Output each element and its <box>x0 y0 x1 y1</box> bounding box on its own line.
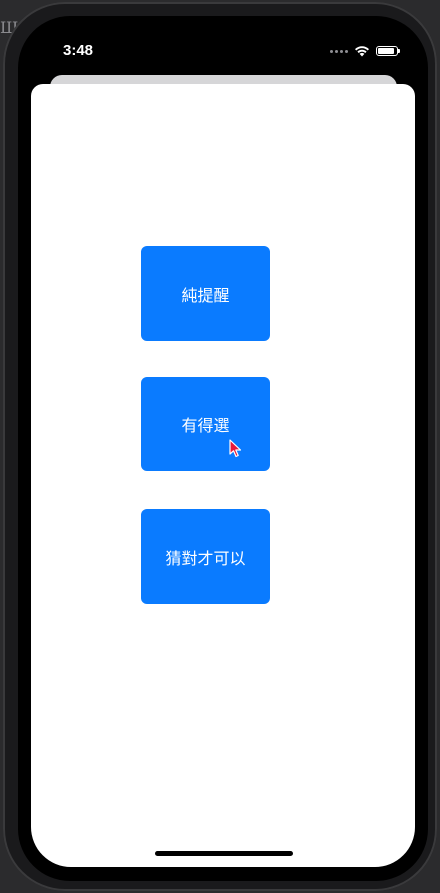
mouse-cursor-icon <box>229 439 242 458</box>
simple-reminder-button[interactable]: 純提醒 <box>141 246 270 341</box>
wifi-icon <box>355 46 369 57</box>
home-indicator[interactable] <box>155 851 293 856</box>
modal-sheet: 純提醒 有得選 猜對才可以 <box>31 84 415 867</box>
battery-icon <box>376 46 400 56</box>
phone-frame: 3:48 純提醒 有得選 猜對才可以 <box>3 2 437 891</box>
phone-screen: 3:48 純提醒 有得選 猜對才可以 <box>18 16 428 881</box>
status-icons <box>330 44 400 58</box>
choice-button[interactable]: 有得選 <box>141 377 270 471</box>
status-time: 3:48 <box>63 42 94 59</box>
cellular-dots-icon <box>330 49 348 53</box>
battery-fill <box>378 48 395 54</box>
guess-correct-button[interactable]: 猜對才可以 <box>141 509 270 604</box>
